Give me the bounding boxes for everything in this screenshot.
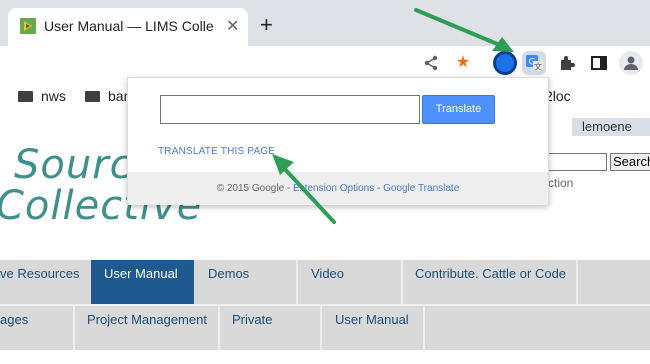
bookmark-nws[interactable]: nws — [41, 88, 66, 104]
side-panel-icon[interactable] — [587, 51, 611, 75]
google-translate-link[interactable]: Google Translate — [383, 183, 459, 194]
browser-toolbar: ★ G文 — [0, 46, 650, 80]
folder-icon — [18, 91, 33, 102]
search-input[interactable] — [548, 153, 607, 171]
nav-item-private[interactable]: Private — [232, 312, 272, 327]
nav-item-contribute[interactable]: Contribute. Cattle or Code — [415, 266, 566, 281]
nav-item-user-manual[interactable]: User Manual — [104, 266, 178, 281]
translate-text-input[interactable] — [160, 95, 420, 124]
footer-separator: - — [374, 183, 384, 194]
nav-item-user-manual-2[interactable]: User Manual — [335, 312, 409, 327]
nav-divider — [218, 304, 220, 350]
tab-strip: User Manual — LIMS Collective ✕ + — [0, 0, 650, 46]
annotation-arrow-top — [410, 4, 520, 56]
nav-row-2 — [0, 304, 650, 350]
new-tab-button[interactable]: + — [260, 14, 273, 36]
translate-button[interactable]: Translate — [422, 95, 495, 124]
browser-tab[interactable]: User Manual — LIMS Collective ✕ — [8, 8, 248, 46]
tab-title: User Manual — LIMS Collective — [44, 18, 214, 34]
nav-divider — [320, 304, 322, 350]
nav-divider — [401, 260, 403, 304]
favicon-icon — [20, 18, 36, 34]
nav-item-pages[interactable]: ages — [0, 312, 28, 327]
search-caption: ction — [548, 176, 574, 190]
user-badge[interactable]: lemoene — [572, 118, 650, 136]
annotation-arrow-bottom — [268, 150, 342, 230]
nav-divider — [296, 260, 298, 304]
extensions-puzzle-icon[interactable] — [555, 51, 579, 75]
profile-avatar-icon[interactable] — [619, 51, 643, 75]
search-button[interactable]: Search — [610, 153, 650, 171]
folder-icon — [85, 91, 100, 102]
page-bottom — [0, 350, 650, 364]
nav-item-project-management[interactable]: Project Management — [87, 312, 207, 327]
close-tab-icon[interactable]: ✕ — [226, 16, 239, 36]
translate-extension-icon[interactable]: G文 — [522, 51, 546, 75]
nav-item-video[interactable]: Video — [311, 266, 344, 281]
nav-divider — [73, 304, 75, 350]
translate-this-page-link[interactable]: TRANSLATE THIS PAGE — [158, 146, 275, 157]
nav-item-demos[interactable]: Demos — [208, 266, 249, 281]
nav-divider — [423, 304, 425, 350]
nav-item-resources[interactable]: ve Resources — [0, 266, 79, 281]
bookmark-bar[interactable]: bar — [108, 88, 128, 104]
svg-text:文: 文 — [534, 62, 542, 72]
nav-divider — [576, 260, 578, 304]
